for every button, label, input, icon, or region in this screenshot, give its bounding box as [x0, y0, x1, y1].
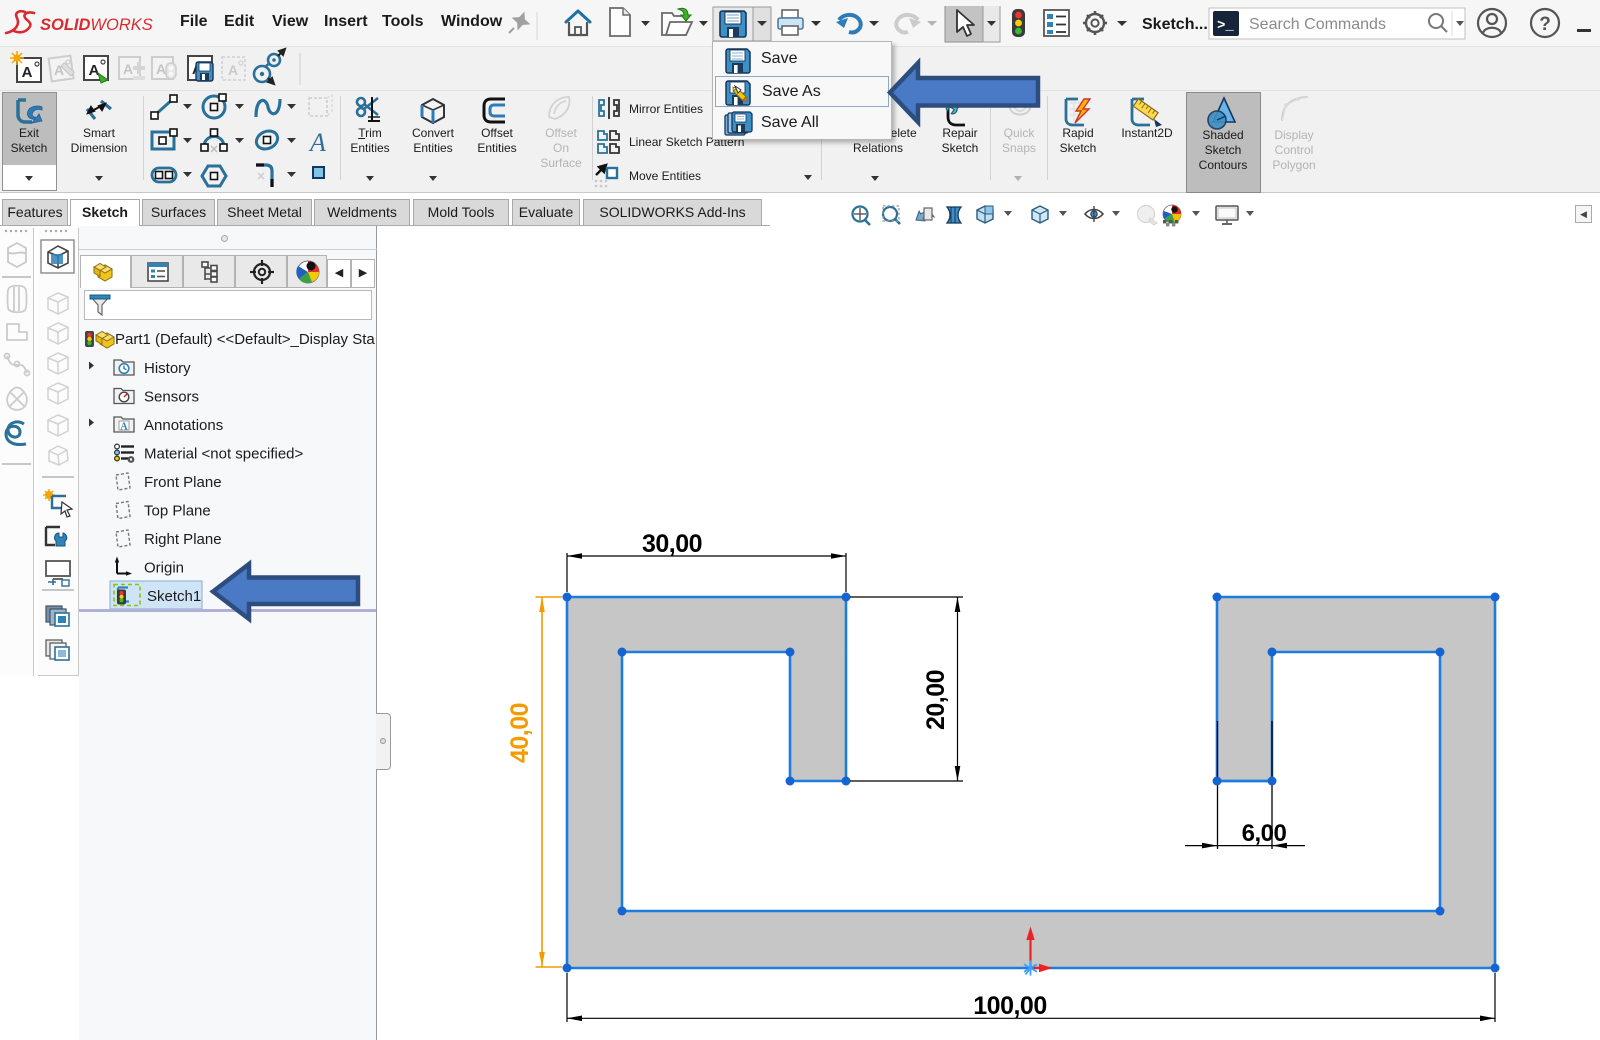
- svg-text:Sensors: Sensors: [144, 389, 199, 406]
- svg-text:?: ?: [1539, 14, 1551, 35]
- svg-text:Search Commands: Search Commands: [1249, 16, 1386, 33]
- svg-text:History: History: [144, 360, 191, 377]
- svg-text:Right Plane: Right Plane: [144, 531, 222, 548]
- svg-text:Top Plane: Top Plane: [144, 503, 211, 520]
- svg-text:A: A: [120, 422, 128, 433]
- svg-text:A: A: [308, 128, 326, 157]
- svg-text:Material <not specified>: Material <not specified>: [144, 446, 303, 463]
- svg-text:SOLIDWORKS: SOLIDWORKS: [40, 16, 153, 34]
- svg-text:Front Plane: Front Plane: [144, 474, 222, 491]
- svg-text:20,00: 20,00: [922, 670, 950, 730]
- svg-text:A: A: [89, 62, 100, 79]
- svg-text:A: A: [156, 61, 166, 77]
- svg-text:30,00: 30,00: [642, 530, 702, 558]
- svg-text:Annotations: Annotations: [144, 417, 223, 434]
- svg-text:A: A: [123, 61, 133, 77]
- svg-text:40,00: 40,00: [506, 703, 534, 763]
- svg-text:6,00: 6,00: [1242, 820, 1287, 847]
- svg-text:Sketch1: Sketch1: [147, 588, 201, 605]
- svg-text:Part1 (Default) <<Default>_Dis: Part1 (Default) <<Default>_Display Sta: [115, 331, 375, 348]
- svg-text:A: A: [22, 64, 33, 81]
- svg-text:100,00: 100,00: [973, 992, 1046, 1020]
- svg-text:>_: >_: [1217, 18, 1234, 34]
- svg-text:A: A: [228, 62, 238, 78]
- svg-text:Origin: Origin: [144, 560, 184, 577]
- svg-text:Sketch...: Sketch...: [1142, 16, 1208, 33]
